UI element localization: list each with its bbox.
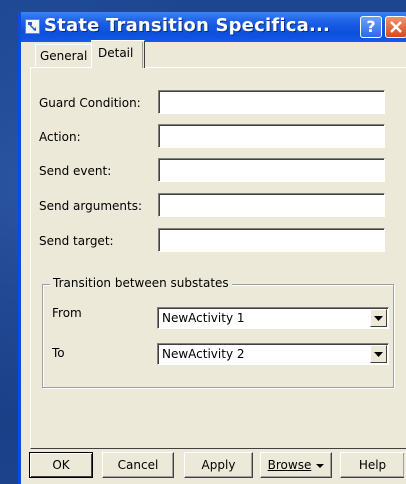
dialog-window: State Transition Specifica... ? General … [18, 12, 406, 484]
app-icon [25, 19, 40, 34]
action-field[interactable] [158, 124, 385, 148]
browse-label: Browse [267, 458, 312, 472]
send-event-label: Send event: [39, 164, 112, 178]
guard-condition-label: Guard Condition: [39, 96, 141, 110]
transition-group-legend: Transition between substates [50, 276, 232, 290]
chevron-down-icon [316, 463, 325, 468]
tab-general[interactable]: General [35, 44, 91, 66]
title-bar[interactable]: State Transition Specifica... ? [21, 12, 406, 42]
from-label: From [52, 306, 82, 320]
ok-button[interactable]: OK [29, 452, 93, 478]
from-value: NewActivity 1 [162, 311, 245, 325]
browse-button[interactable]: Browse [260, 452, 332, 478]
send-target-label: Send target: [39, 234, 114, 248]
transition-groupbox [42, 284, 394, 388]
send-target-field[interactable] [158, 228, 385, 252]
from-combobox[interactable]: NewActivity 1 [157, 307, 389, 329]
to-value: NewActivity 2 [162, 347, 245, 361]
send-arguments-field[interactable] [158, 193, 385, 217]
to-combobox[interactable]: NewActivity 2 [157, 343, 389, 365]
help-button[interactable]: Help [340, 452, 404, 478]
send-arguments-label: Send arguments: [39, 199, 143, 213]
apply-button[interactable]: Apply [184, 452, 253, 478]
help-icon[interactable]: ? [360, 16, 382, 38]
close-icon[interactable] [385, 16, 406, 38]
to-label: To [52, 346, 65, 360]
action-label: Action: [39, 130, 81, 144]
chevron-down-icon[interactable] [370, 345, 387, 363]
send-event-field[interactable] [158, 158, 385, 182]
chevron-down-icon[interactable] [370, 309, 387, 327]
guard-condition-field[interactable] [158, 90, 385, 114]
window-title: State Transition Specifica... [44, 15, 331, 36]
cancel-button[interactable]: Cancel [102, 452, 174, 478]
tab-detail[interactable]: Detail [91, 40, 145, 68]
